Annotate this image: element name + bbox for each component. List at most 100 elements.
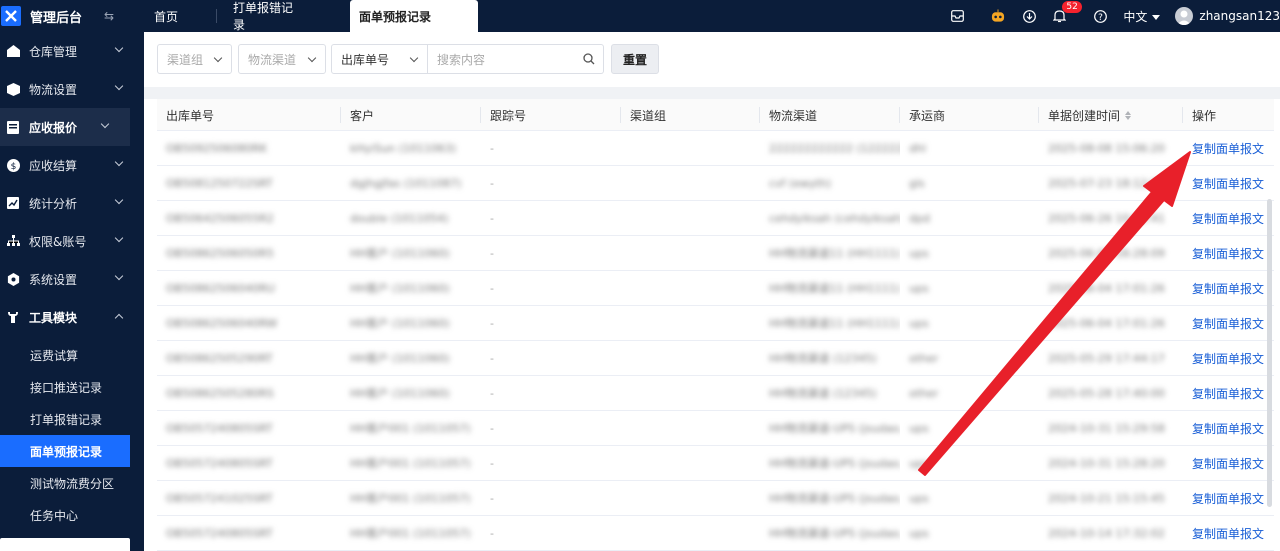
search-icon[interactable] [583, 53, 595, 65]
copy-label-message-link[interactable]: 复制面单报文 [1192, 175, 1264, 192]
gear-icon [6, 272, 20, 286]
channel-group-select[interactable]: 渠道组 [157, 44, 232, 74]
select-placeholder: 渠道组 [167, 52, 204, 67]
copy-label-message-link[interactable]: 复制面单报文 [1192, 350, 1264, 367]
sidebar-menu: 仓库管理 物流设置 应收报价 $ 应收结算 统计分析 权限&账号 系统设置 工具… [0, 32, 144, 336]
cell-carrier-text: ups [909, 316, 929, 330]
chevron-down-icon [100, 119, 110, 129]
app-logo [1, 6, 21, 26]
copy-label-message-link[interactable]: 复制面单报文 [1192, 490, 1264, 507]
table-row: OB5057240805SRT HH客户001 (1011057) - HH物流渠道-… [157, 411, 1274, 446]
cell-created-time: 2025-06-04 17:01:26 [1039, 306, 1183, 340]
tab-print-error-log[interactable]: 打单报错记录 [216, 0, 308, 32]
cell-channel-group [621, 201, 760, 235]
cell-customer-text: HH客户 (1011060) [350, 247, 450, 260]
column-header-actions: 操作 [1192, 108, 1217, 123]
sort-icon[interactable] [1125, 110, 1132, 120]
robot-icon[interactable] [991, 9, 1005, 23]
copy-label-message-link[interactable]: 复制面单报文 [1192, 140, 1264, 157]
cell-created-time: 2024-10-14 17:32:02 [1039, 516, 1183, 550]
sidebar-subitem-freight-calc[interactable]: 运费试算 [0, 339, 144, 371]
sidebar-item-system-settings[interactable]: 系统设置 [0, 260, 144, 298]
cell-logistics-channel-text: HH物流渠道-UPS (jsudao... [769, 422, 900, 435]
sidebar-item-logistics[interactable]: 物流设置 [0, 70, 144, 108]
table-row: OB5057241025SRT HH客户001 (1011057) - HH物流渠道-… [157, 481, 1274, 516]
cell-tracking-no: - [481, 306, 621, 340]
sidebar-item-label: 应收报价 [29, 120, 78, 135]
sidebar-subitem-label-forecast-log[interactable]: 面单预报记录 [0, 435, 130, 467]
cell-logistics-channel: HH物流渠道11 (HH1111) [760, 271, 900, 305]
sidebar-item-permissions[interactable]: 权限&账号 [0, 222, 144, 260]
cell-created-time-text: 2025-05-29 17:44:17 [1048, 351, 1165, 365]
cell-logistics-channel: cvf (ewyth) [760, 166, 900, 200]
copy-label-message-link[interactable]: 复制面单报文 [1192, 245, 1264, 262]
cell-logistics-channel-text: HH物流渠道-UPS (jsudao... [769, 527, 900, 540]
copy-label-message-link[interactable]: 复制面单报文 [1192, 385, 1264, 402]
logistics-channel-select[interactable]: 物流渠道 [238, 44, 326, 74]
language-selector[interactable]: 中文 [1123, 8, 1161, 25]
mail-icon[interactable] [950, 9, 964, 23]
sidebar-subitem-task-center[interactable]: 任务中心 [0, 499, 144, 531]
reset-button[interactable]: 重置 [611, 44, 659, 74]
column-header-logistics-channel: 物流渠道 [760, 99, 900, 131]
copy-label-message-link[interactable]: 复制面单报文 [1192, 315, 1264, 332]
cell-customer-text: kHyiSun (1011063) [350, 141, 457, 155]
copy-label-message-link[interactable]: 复制面单报文 [1192, 525, 1264, 542]
svg-text:?: ? [1098, 13, 1103, 23]
notification-bell-icon[interactable]: 52 [1052, 1, 1082, 23]
cell-logistics-channel: HH物流渠道-UPS (jsudao... [760, 516, 900, 550]
cell-order-no: OB5057241025SRT [157, 481, 341, 515]
column-header-created-time[interactable]: 单据创建时间 [1039, 99, 1183, 131]
cell-carrier-text: gls [909, 176, 925, 190]
chevron-down-icon [213, 53, 223, 63]
search-type-select[interactable]: 出库单号 [331, 44, 428, 74]
sidebar-subitem-test-zone[interactable]: 测试物流费分区 [0, 467, 144, 499]
cell-tracking-no-text: - [490, 386, 494, 400]
copy-label-message-link[interactable]: 复制面单报文 [1192, 420, 1264, 437]
copy-label-message-link[interactable]: 复制面单报文 [1192, 455, 1264, 472]
cell-carrier: ups [900, 236, 1039, 270]
cell-logistics-channel: HH物流渠道11 (HH1111) [760, 236, 900, 270]
collapse-menu-icon[interactable]: ⇆ [104, 9, 114, 23]
search-input[interactable]: 搜索内容 [428, 44, 604, 74]
username[interactable]: zhangsan123 [1199, 9, 1280, 23]
tools-submenu: 运费试算 接口推送记录 打单报错记录 面单预报记录 测试物流费分区 任务中心 [0, 339, 144, 531]
table-row: OB50862506040RW HH客户 (1011060) - HH物流渠道11 (… [157, 306, 1274, 341]
sidebar-item-settlement[interactable]: $ 应收结算 [0, 146, 144, 184]
copy-label-message-link[interactable]: 复制面单报文 [1192, 280, 1264, 297]
sidebar-item-receivable-quote[interactable]: 应收报价 [0, 108, 130, 146]
tab-label-forecast-log[interactable]: 面单预报记录 [350, 0, 478, 32]
cell-carrier-text: dhl [909, 141, 927, 155]
tab-home[interactable]: 首页 [144, 0, 216, 32]
cell-logistics-channel-text: HH物流渠道 (12345) [769, 352, 877, 365]
copy-label-message-link[interactable]: 复制面单报文 [1192, 210, 1264, 227]
sidebar-item-statistics[interactable]: 统计分析 [0, 184, 144, 222]
sidebar-subitem-print-error-log[interactable]: 打单报错记录 [0, 403, 144, 435]
cell-order-no-text: OB5057241025SRT [166, 491, 273, 505]
cell-carrier: ups [900, 481, 1039, 515]
sidebar-item-partial[interactable] [0, 538, 130, 551]
sidebar-item-tools[interactable]: 工具模块 [0, 298, 144, 336]
cell-tracking-no-text: - [490, 351, 494, 365]
help-icon[interactable]: ? [1093, 9, 1107, 23]
sidebar-item-warehouse[interactable]: 仓库管理 [0, 32, 144, 70]
cell-carrier: gls [900, 166, 1039, 200]
vertical-scrollbar[interactable] [1267, 199, 1272, 507]
sidebar-subitem-api-push-log[interactable]: 接口推送记录 [0, 371, 144, 403]
cell-actions: 复制面单报文 [1183, 376, 1274, 410]
column-header-label: 单据创建时间 [1048, 108, 1121, 123]
cell-created-time: 2025-06-04 17:01:26 [1039, 271, 1183, 305]
avatar[interactable] [1175, 7, 1194, 25]
notification-badge: 52 [1062, 1, 1082, 13]
cell-order-no: OB5057240805SRT [157, 516, 341, 550]
cell-logistics-channel-text: cehdyiksah (cehdyiksah) [769, 211, 900, 225]
cell-actions: 复制面单报文 [1183, 516, 1274, 550]
cell-logistics-channel: cehdyiksah (cehdyiksah) [760, 201, 900, 235]
cell-order-no: OB5057240805SRT [157, 446, 341, 480]
cell-customer-text: HH客户 (1011060) [350, 387, 450, 400]
cell-logistics-channel-text: 222222222222 (122222) [769, 141, 900, 155]
cell-order-no-text: OB5081250722SRT [166, 176, 273, 190]
caret-down-icon [1152, 14, 1161, 20]
cell-logistics-channel-text: HH物流渠道11 (HH1111) [769, 317, 900, 330]
download-icon[interactable] [1022, 9, 1036, 23]
